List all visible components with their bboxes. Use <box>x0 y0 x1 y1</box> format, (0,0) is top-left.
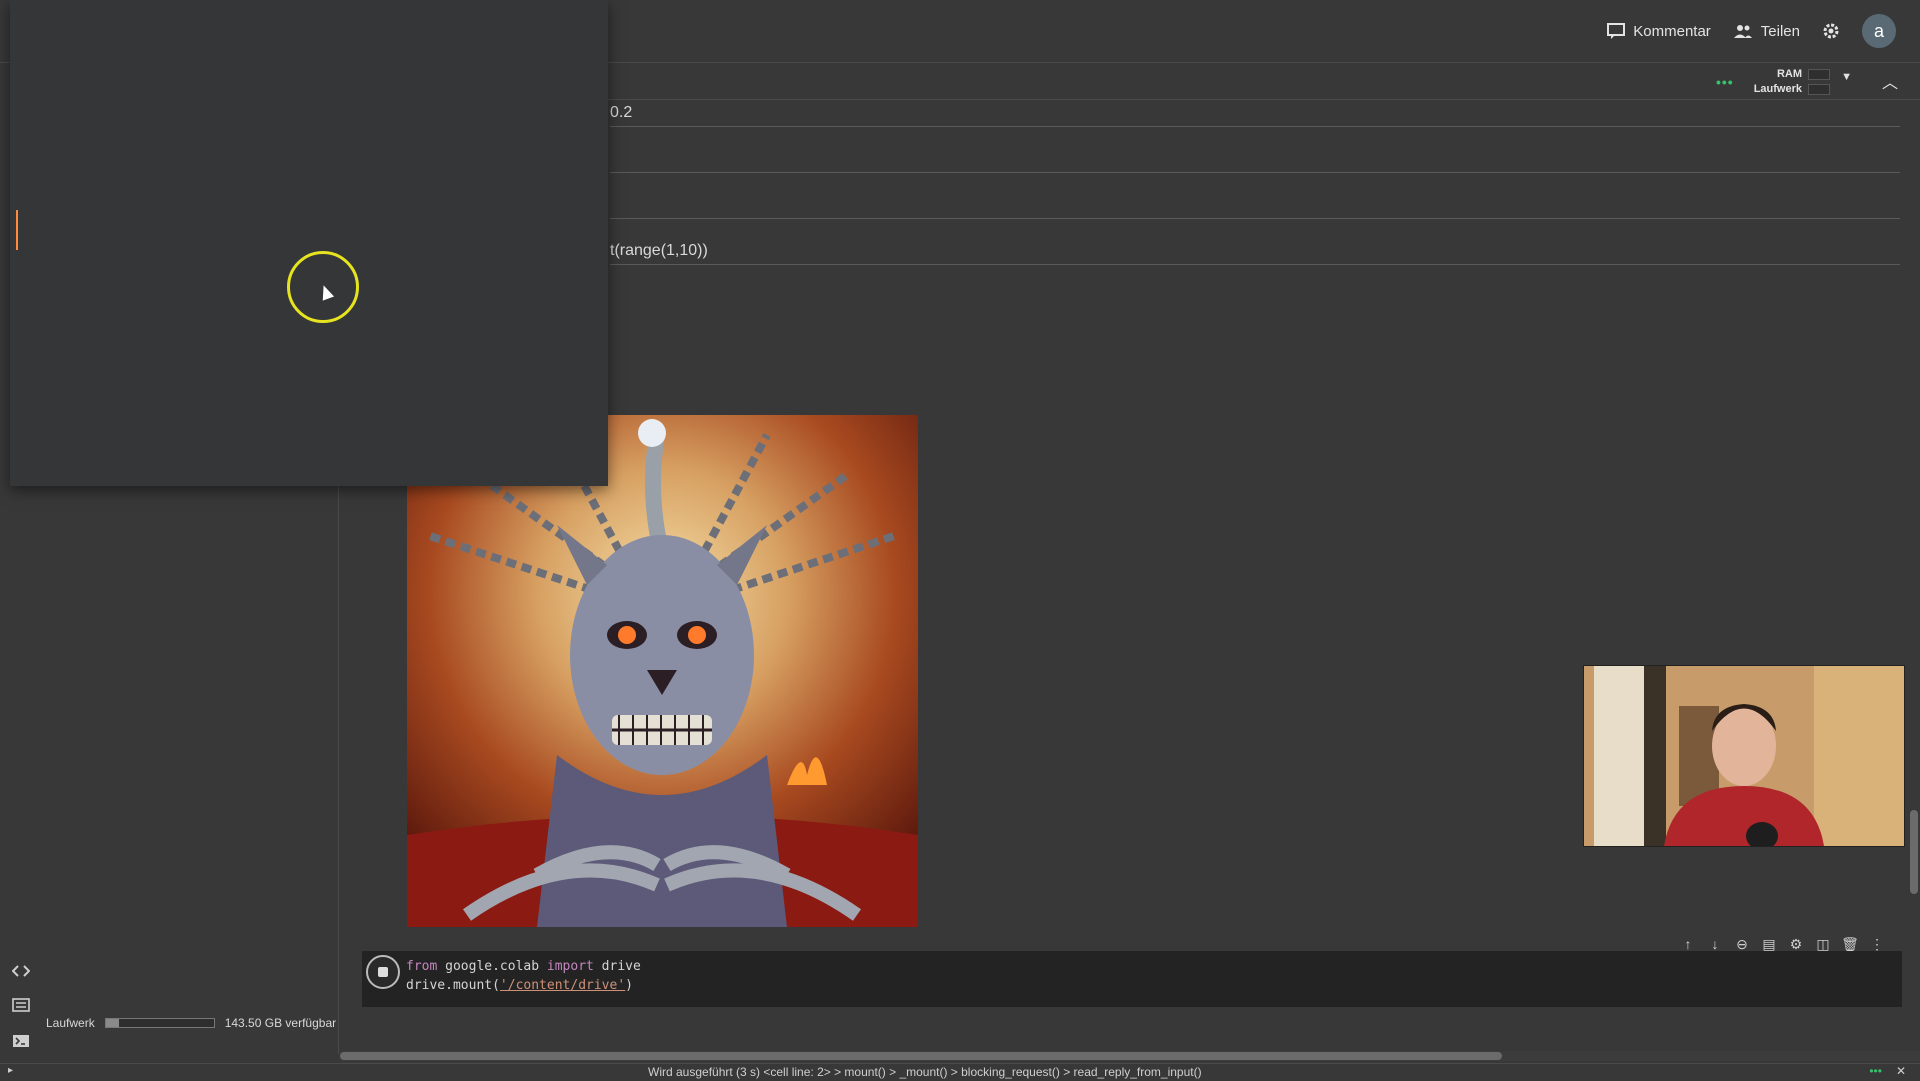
avatar[interactable]: a <box>1862 14 1896 48</box>
cell-divider <box>610 126 1900 127</box>
code-text: google.colab <box>437 959 547 974</box>
horizontal-scroll-thumb[interactable] <box>340 1052 1502 1060</box>
cell-settings-icon[interactable]: ⚙ <box>1788 936 1804 952</box>
disk-usage: Laufwerk 143.50 GB verfügbar <box>46 1016 336 1030</box>
webcam-overlay <box>1583 665 1905 847</box>
link-icon[interactable]: ⊖ <box>1734 936 1750 952</box>
share-button[interactable]: Teilen <box>1733 23 1800 40</box>
comment-cell-icon[interactable]: ▤ <box>1761 936 1777 952</box>
top-actions: Kommentar Teilen a <box>1607 14 1896 48</box>
comment-button[interactable]: Kommentar <box>1607 22 1711 40</box>
status-bar: ▸ Wird ausgeführt (3 s) <cell line: 2> >… <box>0 1063 1920 1081</box>
comment-icon <box>1607 23 1626 39</box>
expand-arrow-icon[interactable]: ▸ <box>8 1065 13 1076</box>
settings-button[interactable] <box>1822 22 1840 40</box>
disk-usage-label: Laufwerk <box>46 1016 95 1030</box>
people-icon <box>1733 25 1752 38</box>
skull-creature-image <box>407 415 918 927</box>
vertical-scroll-thumb[interactable] <box>1910 810 1918 894</box>
cell-divider <box>610 172 1900 173</box>
code-text: ) <box>625 978 633 993</box>
popup-accent-bar <box>16 210 18 250</box>
status-dots-icon[interactable]: ••• <box>1869 1064 1882 1078</box>
code-cell[interactable]: from google.colab import drive drive.mou… <box>362 951 1902 1007</box>
code-keyword: from <box>406 959 438 974</box>
delete-icon[interactable]: 🗑 <box>1841 936 1859 952</box>
chevron-down-icon[interactable]: ▼ <box>1841 71 1852 83</box>
terminal-icon[interactable] <box>10 1031 32 1051</box>
disk-bar <box>1808 84 1830 95</box>
cell-divider <box>610 218 1900 219</box>
presenter-video <box>1584 666 1904 846</box>
code-keyword: import <box>546 959 594 974</box>
code-text: drive <box>593 959 641 974</box>
gear-icon <box>1823 23 1839 39</box>
resource-labels: RAM Laufwerk <box>1754 67 1802 97</box>
disk-available-text: 143.50 GB verfügbar <box>224 1016 337 1030</box>
disk-usage-bar <box>104 1018 215 1028</box>
cell-divider <box>610 264 1900 265</box>
share-label: Teilen <box>1760 22 1800 40</box>
ram-label: RAM <box>1776 68 1802 80</box>
horizontal-scrollbar[interactable] <box>340 1051 1920 1061</box>
close-icon[interactable]: ✕ <box>1896 1064 1906 1078</box>
more-vert-icon[interactable]: ⋮ <box>1869 936 1885 952</box>
status-dots-icon: ••• <box>1715 74 1734 90</box>
code-fragment[interactable]: t(range(1,10)) <box>610 242 708 260</box>
resource-monitor[interactable]: ••• RAM Laufwerk <box>1716 67 1830 97</box>
resource-bars <box>1808 69 1830 95</box>
code-text: drive.mount( <box>406 978 500 993</box>
disk-label: Laufwerk <box>1753 83 1802 95</box>
move-down-icon[interactable]: ↓ <box>1707 936 1723 952</box>
chevron-up-icon[interactable]: ︿ <box>1882 69 1898 93</box>
code-string-link[interactable]: '/content/drive' <box>500 978 625 993</box>
move-up-icon[interactable]: ↑ <box>1680 936 1696 952</box>
stop-execution-button[interactable] <box>366 955 400 989</box>
code-fragment[interactable]: 0.2 <box>610 104 632 122</box>
stop-icon <box>378 967 388 977</box>
comment-label: Kommentar <box>1633 22 1711 40</box>
list-icon[interactable] <box>10 995 32 1015</box>
generated-image-output <box>407 415 918 927</box>
ram-bar <box>1808 69 1830 80</box>
mirror-cell-icon[interactable]: ◫ <box>1815 936 1831 952</box>
cell-toolbar: ↑ ↓ ⊖ ▤ ⚙ ◫ 🗑 ⋮ <box>1680 936 1885 953</box>
execution-status-text: Wird ausgeführt (3 s) <cell line: 2> > m… <box>648 1065 1202 1079</box>
disk-usage-fill <box>105 1019 119 1027</box>
code-icon[interactable] <box>10 961 32 981</box>
status-actions: ••• ✕ <box>1869 1064 1906 1078</box>
code-editor[interactable]: from google.colab import drive drive.mou… <box>406 957 641 995</box>
popup-panel[interactable] <box>10 0 608 486</box>
